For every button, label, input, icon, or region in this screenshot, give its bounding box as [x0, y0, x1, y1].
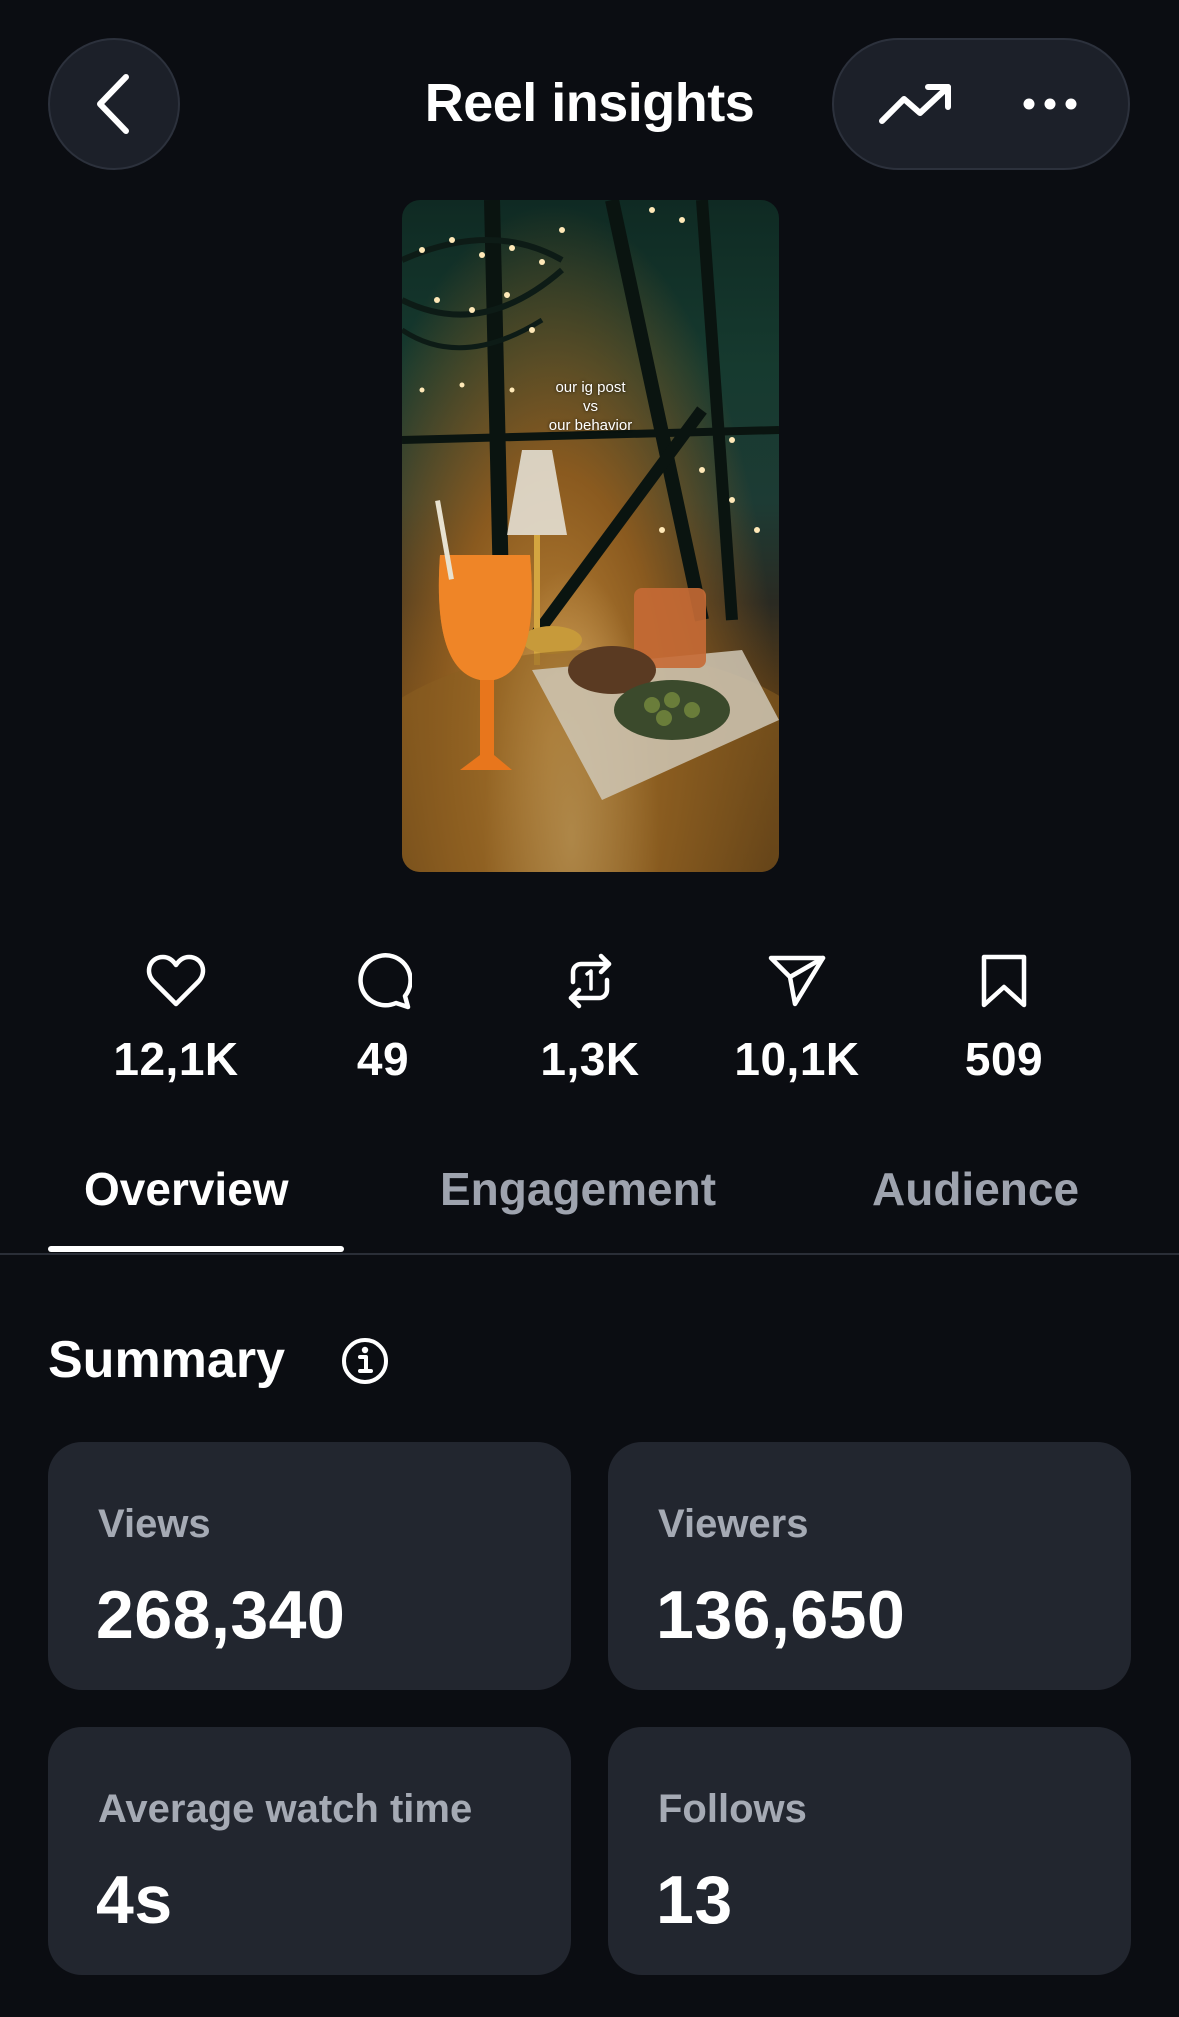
active-tab-indicator: [48, 1246, 344, 1252]
insights-tabs: Overview Engagement Audience: [0, 1150, 1179, 1255]
likes-stat[interactable]: 12,1K: [76, 950, 276, 1086]
summary-heading: Summary: [48, 1331, 285, 1389]
viewers-card[interactable]: Viewers 136,650: [608, 1442, 1131, 1690]
follows-card[interactable]: Follows 13: [608, 1727, 1131, 1975]
shares-count: 10,1K: [734, 1033, 860, 1085]
average-watch-time-value: 4s: [96, 1862, 173, 1938]
shares-stat[interactable]: 10,1K: [697, 950, 897, 1086]
engagement-stats: 12,1K 49 1,3K 10,1K 509: [0, 950, 1179, 1100]
average-watch-time-card[interactable]: Average watch time 4s: [48, 1727, 571, 1975]
viewers-label: Viewers: [658, 1502, 809, 1546]
repost-icon: [568, 953, 612, 1009]
tab-engagement[interactable]: Engagement: [440, 1162, 716, 1216]
header-actions: [832, 38, 1130, 170]
reposts-stat[interactable]: 1,3K: [490, 950, 690, 1086]
comments-stat[interactable]: 49: [283, 950, 483, 1086]
follows-label: Follows: [658, 1787, 807, 1831]
header: Reel insights: [0, 0, 1179, 180]
follows-value: 13: [656, 1862, 733, 1938]
heart-icon: [146, 954, 206, 1007]
views-label: Views: [98, 1502, 211, 1546]
saves-count: 509: [964, 1033, 1044, 1085]
average-watch-time-label: Average watch time: [98, 1787, 473, 1831]
trend-button[interactable]: [856, 40, 976, 168]
trending-up-icon: [879, 84, 951, 124]
reel-scene-image: [402, 200, 779, 872]
tab-audience[interactable]: Audience: [872, 1162, 1079, 1216]
likes-count: 12,1K: [113, 1033, 239, 1085]
more-options-button[interactable]: [990, 40, 1110, 168]
viewers-value: 136,650: [656, 1577, 906, 1653]
comments-count: 49: [356, 1033, 410, 1085]
saves-stat[interactable]: 509: [904, 950, 1104, 1086]
tab-overview[interactable]: Overview: [84, 1162, 289, 1216]
reel-thumbnail[interactable]: our ig post vs our behavior: [402, 200, 779, 872]
views-value: 268,340: [96, 1577, 346, 1653]
summary-info-button[interactable]: [340, 1336, 390, 1391]
more-horizontal-icon: [1023, 98, 1077, 110]
reposts-count: 1,3K: [540, 1033, 640, 1085]
reel-caption-overlay: our ig post vs our behavior: [548, 379, 633, 434]
send-icon: [768, 955, 826, 1007]
views-card[interactable]: Views 268,340: [48, 1442, 571, 1690]
info-icon: [342, 1338, 388, 1384]
comment-icon: [358, 953, 412, 1010]
bookmark-icon: [981, 954, 1027, 1008]
reel-insights-screen: Reel insights our ig post vs our behavio…: [0, 0, 1179, 2017]
